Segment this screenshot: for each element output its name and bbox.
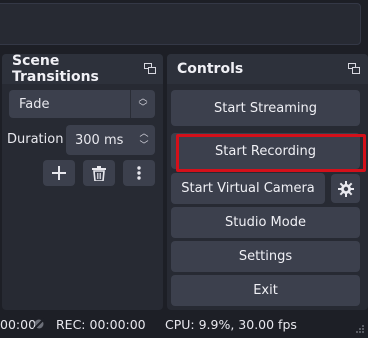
- undock-icon[interactable]: [348, 63, 360, 75]
- duration-label: Duration: [7, 132, 64, 147]
- add-transition-button[interactable]: [43, 160, 75, 186]
- recording-off-icon: [33, 318, 45, 330]
- transition-properties-button[interactable]: [123, 160, 155, 186]
- cpu-fps: CPU: 9.9%, 30.00 fps: [165, 317, 297, 332]
- scene-transitions-header: Scene Transitions: [2, 53, 163, 85]
- controls-header: Controls: [167, 54, 368, 84]
- start-streaming-button[interactable]: Start Streaming: [171, 90, 360, 126]
- gear-icon: [337, 180, 354, 197]
- start-virtual-camera-button[interactable]: Start Virtual Camera: [171, 173, 325, 204]
- exit-button[interactable]: Exit: [171, 275, 360, 306]
- more-vertical-icon: [137, 166, 141, 180]
- studio-mode-button[interactable]: Studio Mode: [171, 207, 360, 238]
- trash-icon: [92, 165, 106, 181]
- stream-time: 00:00: [0, 317, 37, 332]
- preview-panel: [0, 3, 361, 45]
- controls-title: Controls: [177, 61, 244, 77]
- duration-value: 300 ms: [75, 132, 124, 148]
- virtual-camera-settings-button[interactable]: [331, 174, 360, 203]
- resize-grip-icon[interactable]: [355, 324, 365, 334]
- scene-transitions-title: Scene Transitions: [12, 53, 99, 85]
- transition-selected-value: Fade: [19, 96, 50, 112]
- preview-area: [0, 0, 368, 50]
- spin-arrows-icon[interactable]: ︿ ﹀: [133, 125, 155, 155]
- duration-spinbox[interactable]: 300 ms ︿ ﹀: [66, 125, 155, 155]
- status-bar: 00:00 REC: 00:00:00 CPU: 9.9%, 30.00 fps: [0, 312, 368, 338]
- settings-button[interactable]: Settings: [171, 241, 360, 272]
- recording-time: REC: 00:00:00: [56, 317, 146, 332]
- transition-select[interactable]: Fade ︿ ﹀: [9, 90, 155, 118]
- plus-icon: [52, 166, 66, 180]
- undock-icon[interactable]: [143, 63, 157, 75]
- remove-transition-button[interactable]: [83, 160, 115, 186]
- recording-highlight-box: [176, 134, 366, 172]
- chevron-updown-icon: ︿ ﹀: [130, 90, 155, 118]
